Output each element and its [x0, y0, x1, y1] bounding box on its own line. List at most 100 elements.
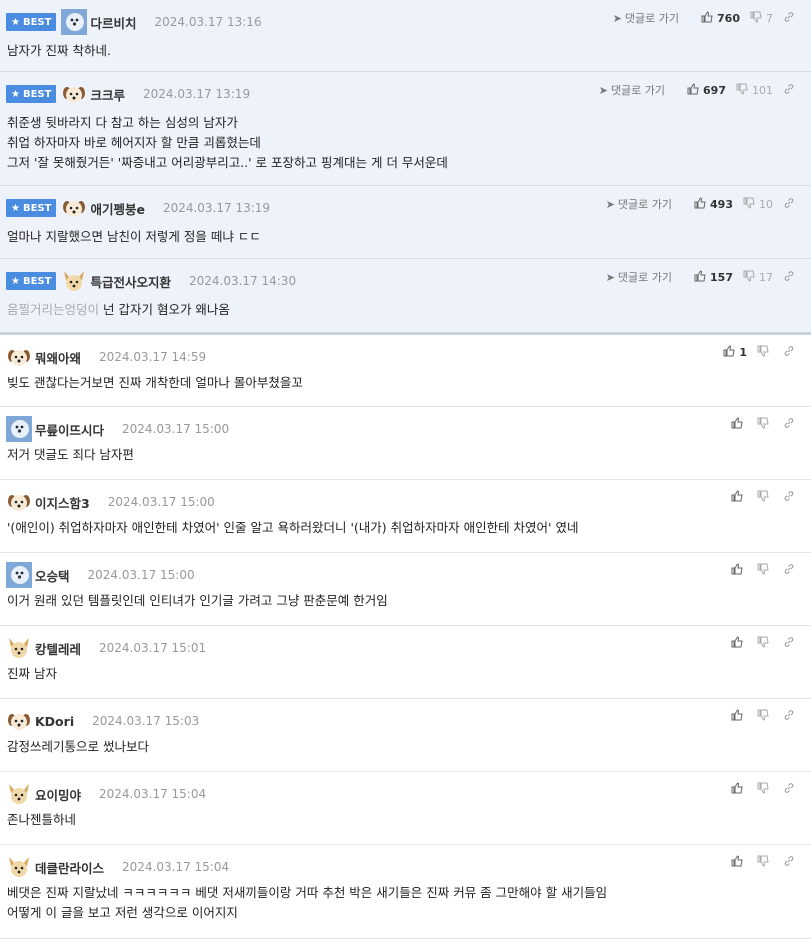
copy-link-button[interactable] — [783, 709, 799, 724]
copy-link-button[interactable] — [783, 417, 799, 432]
comment-body: 진짜 남자 — [7, 664, 57, 684]
downvote-button[interactable] — [757, 490, 773, 505]
comment-actions — [721, 709, 799, 724]
avatar[interactable] — [6, 781, 32, 807]
downvote-button[interactable] — [757, 563, 773, 578]
comment-line: 이거 원래 있던 템플릿인데 인티녀가 인기글 가려고 그냥 판춘문예 한거임 — [7, 591, 388, 611]
downvote-button[interactable] — [757, 345, 773, 360]
upvote-button[interactable]: 760 — [701, 10, 740, 26]
comment-actions: ➤ 댓글로 가기 760 7 — [613, 10, 799, 26]
downvote-button[interactable]: 7 — [750, 11, 773, 26]
downvote-count: 101 — [752, 83, 773, 97]
mention-link[interactable]: 음찔거리는엉덩이 — [7, 302, 99, 317]
comment-text: 베댓은 진짜 지랄났네 ㅋㅋㅋㅋㅋㅋ 베댓 저새끼들이랑 거따 추천 박은 새기… — [7, 885, 608, 900]
comment-line: 베댓은 진짜 지랄났네 ㅋㅋㅋㅋㅋㅋ 베댓 저새끼들이랑 거따 추천 박은 새기… — [7, 883, 607, 903]
avatar[interactable] — [6, 344, 32, 370]
copy-link-button[interactable] — [783, 490, 799, 505]
downvote-button[interactable] — [757, 782, 773, 797]
best-label: BEST — [22, 275, 52, 287]
nickname[interactable]: 무릎이뜨시다 — [35, 420, 104, 439]
comment-text: 그저 '잘 못해줬거든' '짜증내고 어리광부리고..' 로 포장하고 핑계대는… — [7, 155, 448, 170]
upvote-button[interactable]: 493 — [694, 196, 733, 212]
comment-actions: ➤ 댓글로 가기 493 10 — [606, 196, 799, 212]
downvote-button[interactable]: 10 — [743, 197, 773, 212]
copy-link-button[interactable] — [783, 636, 799, 651]
copy-link-button[interactable] — [783, 855, 799, 870]
avatar[interactable] — [6, 562, 32, 588]
reply-link[interactable]: ➤ 댓글로 가기 — [606, 269, 672, 285]
comment-actions: ➤ 댓글로 가기 697 101 — [599, 82, 799, 98]
comment-text: '(애인이) 취업하자마자 애인한테 차였어' 인줄 알고 욕하러왔더니 '(내… — [7, 520, 579, 535]
comment-date: 2024.03.17 14:59 — [99, 350, 207, 364]
avatar[interactable] — [6, 708, 32, 734]
upvote-count: 1 — [739, 346, 747, 359]
avatar[interactable] — [61, 268, 87, 294]
thumbs-up-icon — [731, 563, 747, 578]
copy-link-button[interactable] — [783, 345, 799, 360]
downvote-button[interactable] — [757, 709, 773, 724]
upvote-button[interactable]: 157 — [694, 269, 733, 285]
upvote-button[interactable]: 1 — [723, 345, 747, 360]
thumbs-down-icon — [757, 417, 773, 432]
downvote-button[interactable] — [757, 855, 773, 870]
upvote-button[interactable]: 697 — [687, 82, 726, 98]
nickname[interactable]: 오승택 — [35, 566, 70, 585]
reply-link[interactable]: ➤ 댓글로 가기 — [613, 10, 679, 26]
comment-list: ★ BEST 다르비치 2024.03.17 13:16 ➤ 댓글로 가기 760 7 남자가 … — [0, 0, 811, 939]
avatar[interactable] — [6, 416, 32, 442]
avatar[interactable] — [61, 195, 87, 221]
nickname[interactable]: 이지스함3 — [35, 493, 90, 512]
thumbs-up-icon — [731, 709, 747, 724]
thumbs-up-icon — [701, 10, 717, 26]
nickname[interactable]: 데클란라이스 — [35, 858, 104, 877]
send-arrow-icon: ➤ — [598, 83, 608, 97]
avatar[interactable] — [6, 635, 32, 661]
nickname[interactable]: 특급전사오지환 — [90, 272, 171, 291]
copy-link-button[interactable] — [783, 563, 799, 578]
thumbs-down-icon — [757, 563, 773, 578]
avatar[interactable] — [6, 489, 32, 515]
upvote-button[interactable] — [731, 563, 747, 578]
comment-date: 2024.03.17 15:04 — [99, 787, 207, 801]
nickname[interactable]: 다르비치 — [90, 13, 136, 32]
comment-date: 2024.03.17 15:00 — [107, 495, 215, 509]
upvote-button[interactable] — [731, 636, 747, 651]
avatar[interactable] — [61, 81, 87, 107]
downvote-button[interactable] — [757, 636, 773, 651]
copy-link-button[interactable] — [783, 83, 799, 98]
best-badge: ★ BEST — [6, 13, 57, 31]
nickname[interactable]: 캉텔레레 — [35, 639, 81, 658]
nickname[interactable]: 크크루 — [90, 85, 125, 104]
upvote-button[interactable] — [731, 490, 747, 505]
nickname[interactable]: KDori — [35, 714, 74, 729]
downvote-button[interactable]: 101 — [736, 83, 773, 98]
copy-link-button[interactable] — [783, 197, 799, 212]
nickname[interactable]: 요이밍야 — [35, 785, 81, 804]
avatar[interactable] — [6, 854, 32, 880]
comment-header: ★ BEST 애기펭붕e 2024.03.17 13:19 — [6, 195, 270, 221]
thumbs-down-icon — [743, 270, 759, 285]
upvote-button[interactable] — [731, 782, 747, 797]
link-icon — [783, 345, 799, 360]
best-label: BEST — [22, 202, 52, 214]
nickname[interactable]: 뭐왜아왜 — [35, 348, 81, 367]
upvote-button[interactable] — [731, 709, 747, 724]
upvote-button[interactable] — [731, 417, 747, 432]
copy-link-button[interactable] — [783, 11, 799, 26]
avatar[interactable] — [61, 9, 88, 35]
comment-body: '(애인이) 취업하자마자 애인한테 차였어' 인줄 알고 욕하러왔더니 '(내… — [7, 518, 578, 538]
copy-link-button[interactable] — [783, 270, 799, 285]
reply-label: 댓글로 가기 — [624, 12, 680, 25]
reply-link[interactable]: ➤ 댓글로 가기 — [606, 196, 672, 212]
nickname[interactable]: 애기펭붕e — [90, 199, 144, 218]
comment-item: 이지스함3 2024.03.17 15:00 '(애인이) 취업하자마자 애인한테 … — [0, 480, 811, 553]
comment-item: 오승택 2024.03.17 15:00 이거 원래 있던 템플릿인데 인티녀가 인… — [0, 553, 811, 626]
downvote-button[interactable] — [757, 417, 773, 432]
upvote-button[interactable] — [731, 855, 747, 870]
comment-date: 2024.03.17 13:16 — [154, 15, 262, 29]
comment-line: 취업 하자마자 바로 헤어지자 할 만큼 괴롭혔는데 — [7, 133, 448, 153]
copy-link-button[interactable] — [783, 782, 799, 797]
thumbs-down-icon — [750, 11, 766, 26]
downvote-button[interactable]: 17 — [743, 270, 773, 285]
reply-link[interactable]: ➤ 댓글로 가기 — [599, 82, 665, 98]
